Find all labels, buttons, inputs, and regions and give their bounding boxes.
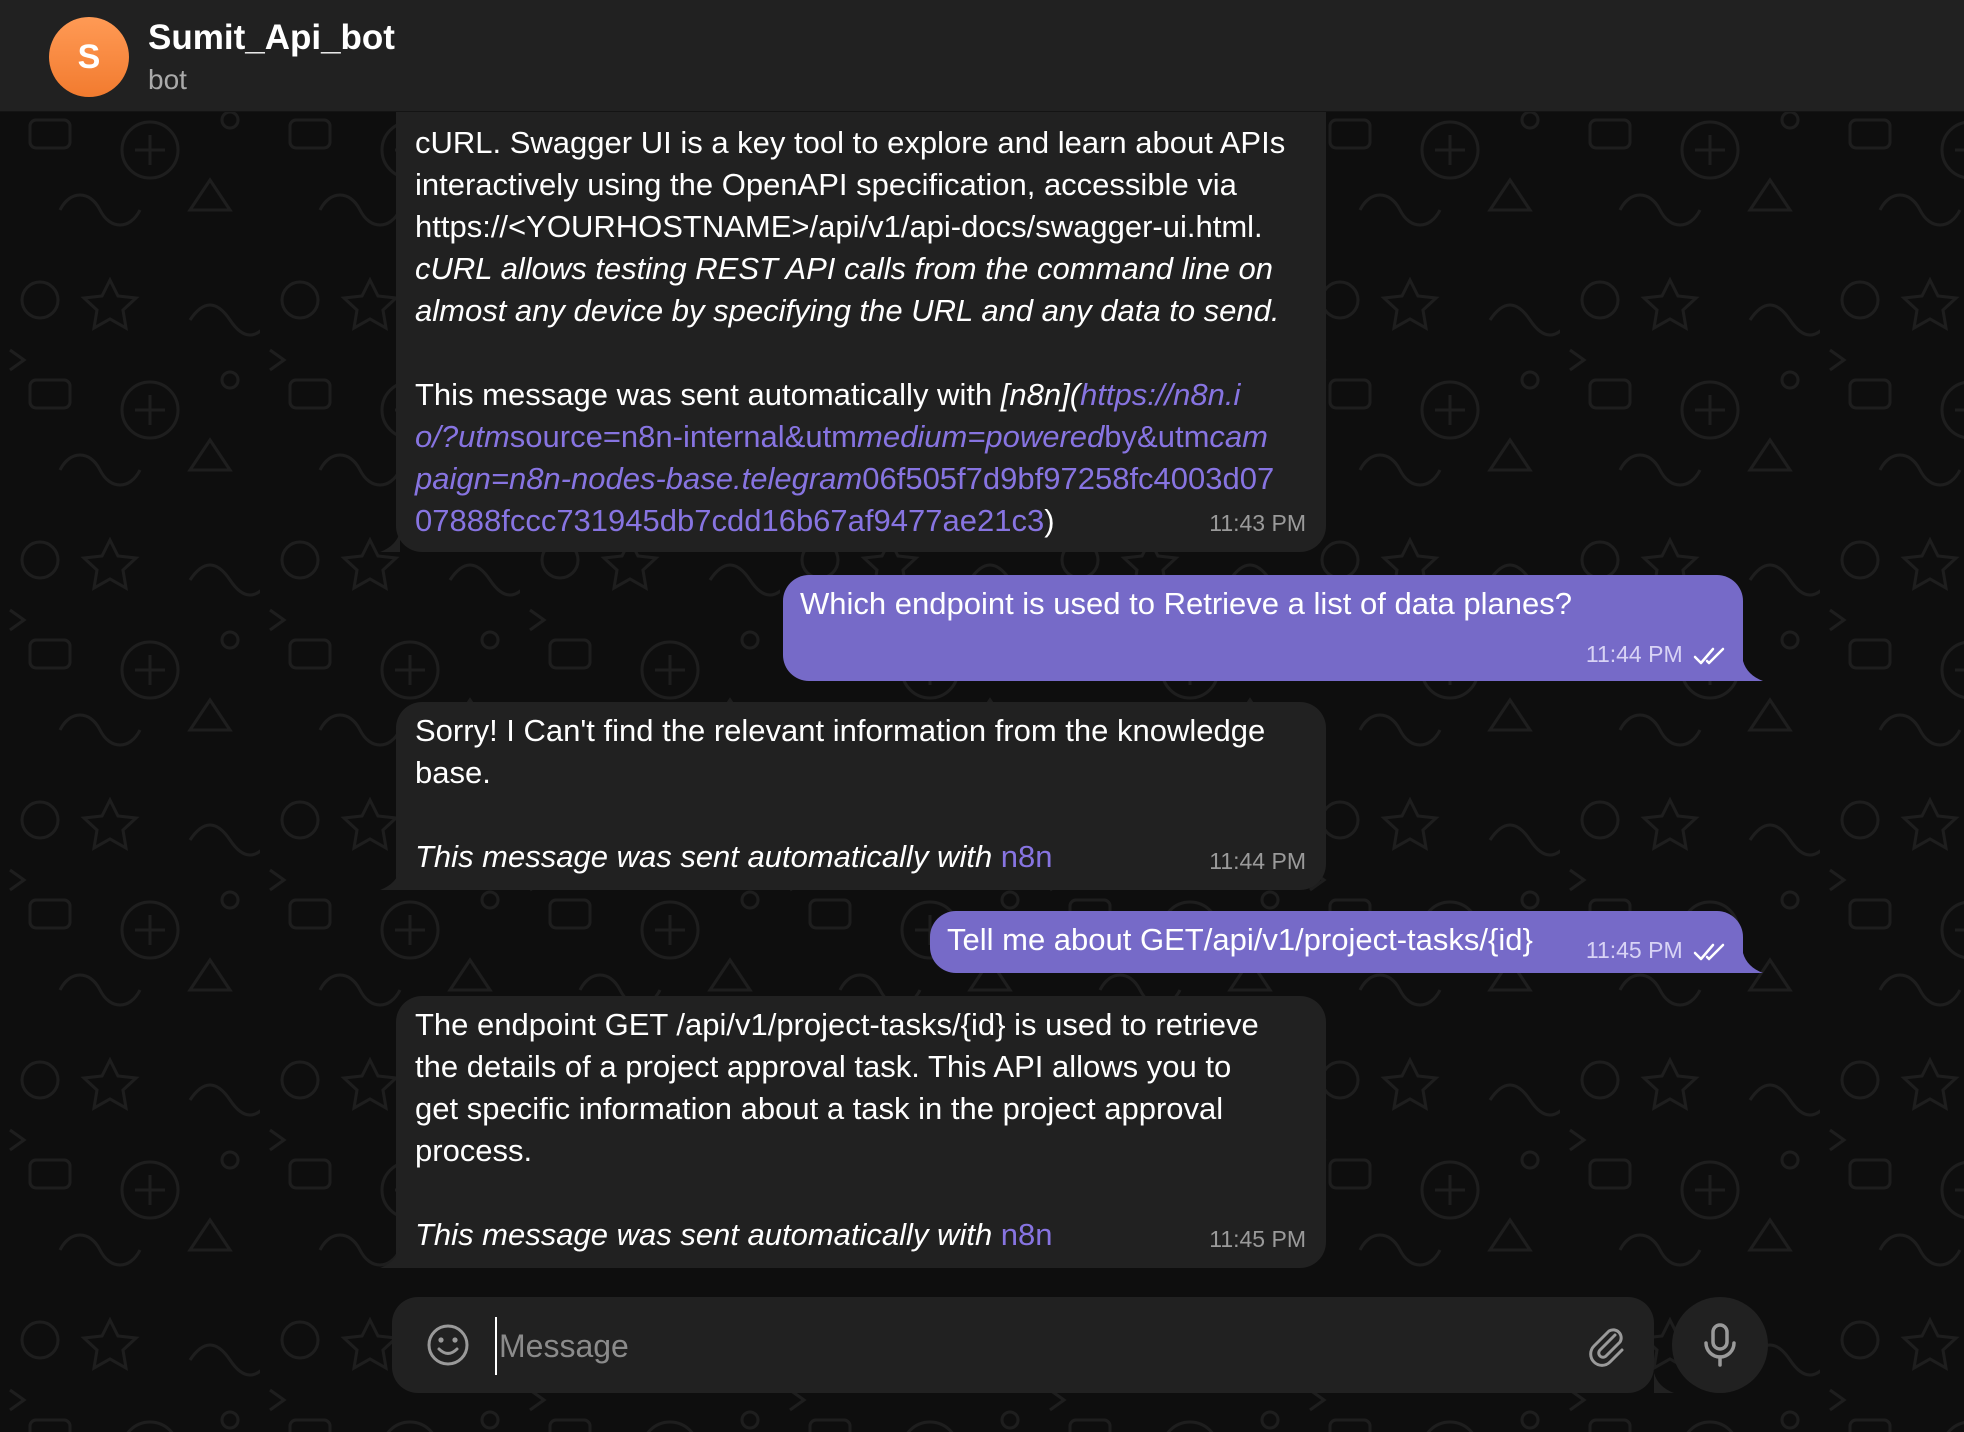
footer-link[interactable]: 06f505f7d9bf97258fc4003d07 (862, 461, 1274, 496)
footer-link[interactable]: n8n (1001, 1217, 1053, 1252)
message-text: Which endpoint is used to Retrieve a lis… (800, 586, 1573, 621)
microphone-button[interactable] (1672, 1297, 1768, 1393)
chat-subtitle: bot (148, 64, 187, 95)
bubble-tail (380, 1248, 400, 1268)
message-text-line: Sorry! I Can't find the relevant informa… (415, 713, 1266, 748)
footer-link[interactable]: o/?utm (415, 419, 510, 454)
footer-markdown: ) (1044, 503, 1055, 538)
message-text-line: cURL. Swagger UI is a key tool to explor… (415, 125, 1286, 160)
footer-link[interactable]: by&utm (1104, 419, 1209, 454)
footer-text: This message was sent automatically with (415, 1217, 1001, 1252)
message-text-line: almost any device by specifying the URL … (415, 293, 1280, 328)
footer-link[interactable]: https://n8n.i (1080, 377, 1240, 412)
message-time-text: 11:44 PM (1585, 641, 1683, 667)
message-text-line: cURL allows testing REST API calls from … (415, 251, 1274, 286)
footer-text: This message was sent automatically with (415, 839, 1001, 874)
footer-link[interactable]: 07888fccc731945db7cdd16b67af9477ae21c3 (415, 503, 1044, 538)
bubble-tail (380, 870, 400, 890)
smiley-icon[interactable] (424, 1321, 472, 1369)
message-composer (392, 1297, 1654, 1393)
message-bubble-incoming: cURL. Swagger UI is a key tool to explor… (396, 96, 1326, 552)
chat-title[interactable]: Sumit_Api_bot (148, 18, 395, 58)
message-text-line: interactively using the OpenAPI specific… (415, 167, 1237, 202)
bubble-tail (1743, 953, 1763, 973)
composer-tail (1654, 1373, 1674, 1393)
footer-text: This message was sent automatically with (415, 377, 1001, 412)
double-check-icon (1693, 647, 1725, 665)
footer-link[interactable]: n8n (1001, 839, 1053, 874)
footer-link[interactable]: cam (1209, 419, 1268, 454)
message-time: 11:43 PM (1209, 510, 1306, 536)
chat-header[interactable]: S Sumit_Api_bot bot (0, 0, 1964, 112)
message-bubble-incoming: Sorry! I Can't find the relevant informa… (396, 702, 1326, 890)
message-time-text: 11:45 PM (1585, 937, 1683, 963)
message-bubble-outgoing: Which endpoint is used to Retrieve a lis… (783, 575, 1743, 681)
footer-link[interactable]: source=n8n-internal&utm (510, 419, 857, 454)
footer-link[interactable]: medium=powered (857, 419, 1104, 454)
message-bubble-incoming: The endpoint GET /api/v1/project-tasks/{… (396, 996, 1326, 1268)
message-time: 11:44 PM (1209, 848, 1306, 874)
double-check-icon (1693, 943, 1725, 961)
avatar[interactable]: S (49, 17, 129, 97)
message-time: 11:45 PM (1586, 929, 1729, 971)
message-text-line: The endpoint GET /api/v1/project-tasks/{… (415, 1007, 1259, 1042)
footer-link[interactable]: paign=n8n-nodes-base.telegram (415, 461, 862, 496)
message-text-line: the details of a project approval task. … (415, 1049, 1232, 1084)
message-input[interactable] (495, 1317, 1541, 1375)
message-time: 11:44 PM (1586, 633, 1729, 675)
message-text-line: process. (415, 1133, 533, 1168)
bubble-tail (380, 532, 400, 552)
message-text-line: base. (415, 755, 491, 790)
message-time: 11:45 PM (1209, 1226, 1306, 1252)
message-text-line: https://<YOURHOSTNAME>/api/v1/api-docs/s… (415, 209, 1263, 244)
microphone-icon (1704, 1323, 1736, 1367)
message-bubble-outgoing: Tell me about GET/api/v1/project-tasks/{… (930, 911, 1743, 973)
footer-markdown: [n8n]( (1000, 377, 1081, 412)
bubble-tail (1743, 661, 1763, 681)
message-text: Tell me about GET/api/v1/project-tasks/{… (947, 922, 1533, 957)
paperclip-icon[interactable] (1582, 1321, 1630, 1369)
message-text-line: get specific information about a task in… (415, 1091, 1224, 1126)
